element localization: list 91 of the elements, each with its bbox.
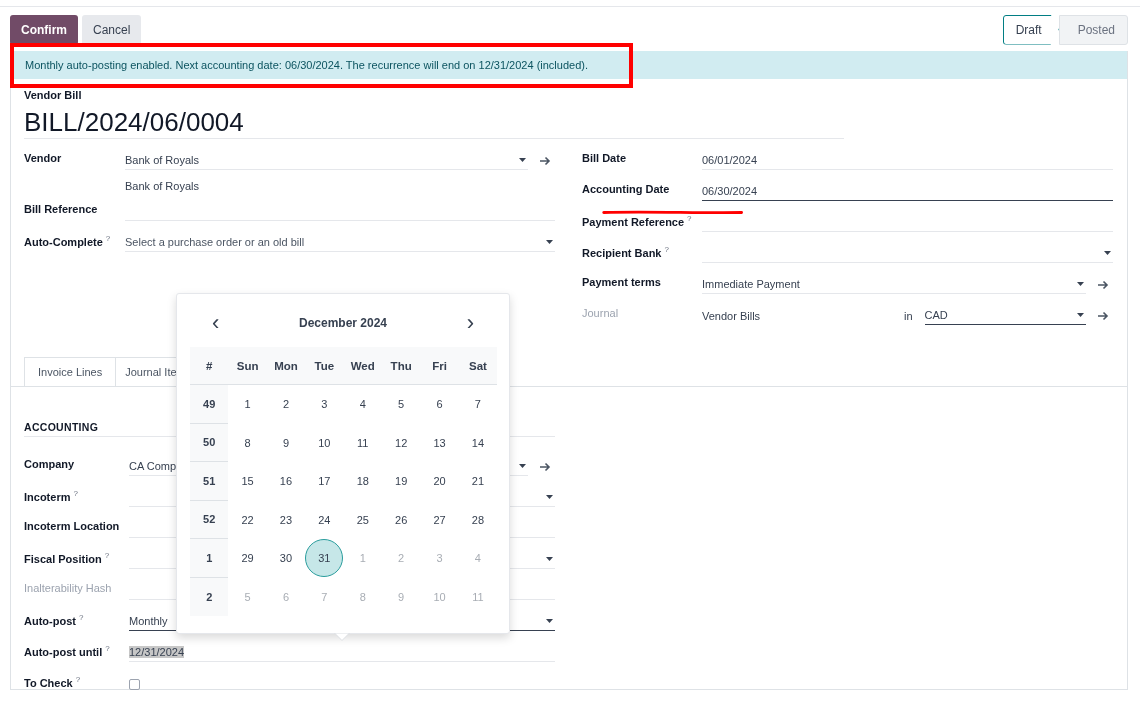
record-title: BILL/2024/06/0004 xyxy=(24,106,244,138)
caret-icon[interactable] xyxy=(519,157,526,162)
field-label: Payment Reference $^{?}$ xyxy=(582,214,693,228)
day-button[interactable]: 28 xyxy=(458,500,497,539)
field-label: Auto-post until $^{?}$ xyxy=(24,644,111,658)
day-button[interactable]: 26 xyxy=(382,500,421,539)
caret-icon[interactable] xyxy=(546,556,553,561)
selected-text: 12/31/2024 xyxy=(129,645,185,658)
field-label: Fiscal Position $^{?}$ xyxy=(24,551,111,565)
field-label: Incoterm $^{?}$ xyxy=(24,489,79,503)
day-button[interactable]: 21 xyxy=(458,462,497,501)
field-label: Company xyxy=(24,458,76,470)
arrow-right-icon[interactable] xyxy=(1098,311,1109,321)
week-number: 2 xyxy=(190,577,229,616)
column-header: Sun xyxy=(228,347,267,385)
connector-text: in xyxy=(904,309,914,322)
field-label: Payment terms xyxy=(582,276,662,288)
caret-icon[interactable] xyxy=(1077,281,1084,286)
week-number: 1 xyxy=(190,539,229,578)
currency-select[interactable]: CAD xyxy=(924,305,1086,325)
day-button[interactable]: 19 xyxy=(382,462,421,501)
column-header: # xyxy=(190,347,229,385)
month-title: December 2024 xyxy=(298,316,388,330)
arrow-right-icon[interactable] xyxy=(1098,280,1109,290)
status-step[interactable]: Posted xyxy=(1058,14,1128,45)
week-number: 50 xyxy=(190,423,229,462)
field-label: Bill Date xyxy=(582,152,627,164)
column-header: Mon xyxy=(266,347,306,385)
week-number: 49 xyxy=(190,385,229,424)
day-button[interactable]: 17 xyxy=(305,462,344,501)
checkbox[interactable] xyxy=(129,679,140,690)
day-button[interactable]: 18 xyxy=(343,462,382,501)
day-button[interactable]: 16 xyxy=(266,462,305,501)
field-label: Inalterability Hash xyxy=(24,582,113,594)
field-label: Auto-Complete $^{?}$ xyxy=(24,234,112,248)
day-button[interactable]: 22 xyxy=(228,500,267,539)
column-header: Tue xyxy=(305,347,344,385)
day-button[interactable]: 25 xyxy=(343,500,382,539)
day-button[interactable]: 7 xyxy=(458,385,497,424)
day-button[interactable]: 1 xyxy=(228,385,267,424)
confirm-button[interactable]: Confirm xyxy=(10,14,78,45)
field-label: Journal xyxy=(582,307,620,319)
day-button[interactable]: 15 xyxy=(228,462,267,501)
column-header: Wed xyxy=(343,347,382,385)
day-button[interactable]: 29 xyxy=(228,539,267,578)
day-button[interactable]: 31 xyxy=(305,539,344,578)
field-label: To Check $^{?}$ xyxy=(24,675,82,689)
field-label: Auto-post $^{?}$ xyxy=(24,613,85,627)
week-number: 51 xyxy=(190,462,229,501)
input-field[interactable]: 12/31/2024 xyxy=(129,642,555,662)
caret-icon[interactable] xyxy=(546,618,553,623)
select-field[interactable]: Immediate Payment xyxy=(702,274,1086,294)
day-button[interactable]: 4 xyxy=(343,385,382,424)
field-value: Vendor Bills xyxy=(702,309,762,322)
column-header: Sat xyxy=(458,347,498,385)
status-step[interactable]: Draft xyxy=(1002,14,1059,45)
caret-icon[interactable] xyxy=(546,239,553,244)
day-button[interactable]: 27 xyxy=(420,500,459,539)
next-month-button[interactable]: › xyxy=(462,313,478,333)
arrow-right-icon[interactable] xyxy=(540,156,551,166)
day-button[interactable]: 2 xyxy=(266,385,305,424)
caret-icon[interactable] xyxy=(546,494,553,499)
tab[interactable]: Invoice Lines xyxy=(24,357,117,387)
caret-icon[interactable] xyxy=(1104,250,1111,255)
previous-month-button[interactable]: ‹ xyxy=(208,313,224,333)
select-field[interactable]: Bank of Royals xyxy=(125,150,528,170)
day-button[interactable]: 5 xyxy=(382,385,421,424)
caret-icon[interactable] xyxy=(519,463,526,468)
column-header: Thu xyxy=(381,347,421,385)
day-button[interactable]: 24 xyxy=(305,500,344,539)
column-header: Fri xyxy=(420,347,459,385)
field-label: Vendor xyxy=(24,152,63,164)
caret-icon[interactable] xyxy=(1077,312,1084,317)
day-button[interactable]: 6 xyxy=(420,385,459,424)
field-label: Accounting Date xyxy=(582,183,671,195)
field-label: Recipient Bank $^{?}$ xyxy=(582,245,670,259)
day-button[interactable]: 23 xyxy=(266,500,305,539)
week-number: 52 xyxy=(190,500,229,539)
input-field[interactable]: 06/30/2024 xyxy=(702,181,1113,201)
cancel-button[interactable]: Cancel xyxy=(82,14,142,45)
info-alert: Monthly auto-posting enabled. Next accounting date: 06/30/2024. The recurrence will end on 12/31/2024 (included). xyxy=(11,51,1127,79)
field-note: Bank of Royals xyxy=(124,179,200,194)
arrow-right-icon[interactable] xyxy=(540,462,551,472)
day-button[interactable]: 3 xyxy=(305,385,344,424)
field-label: Incoterm Location xyxy=(24,520,121,532)
select-field[interactable]: Select a purchase order or an old bill xyxy=(125,232,555,252)
day-button[interactable]: 20 xyxy=(420,462,459,501)
input-field[interactable]: 06/01/2024 xyxy=(702,150,1113,170)
day-button[interactable]: 30 xyxy=(266,539,305,578)
field-label: Bill Reference xyxy=(24,203,99,215)
record-type: Vendor Bill xyxy=(24,89,83,103)
